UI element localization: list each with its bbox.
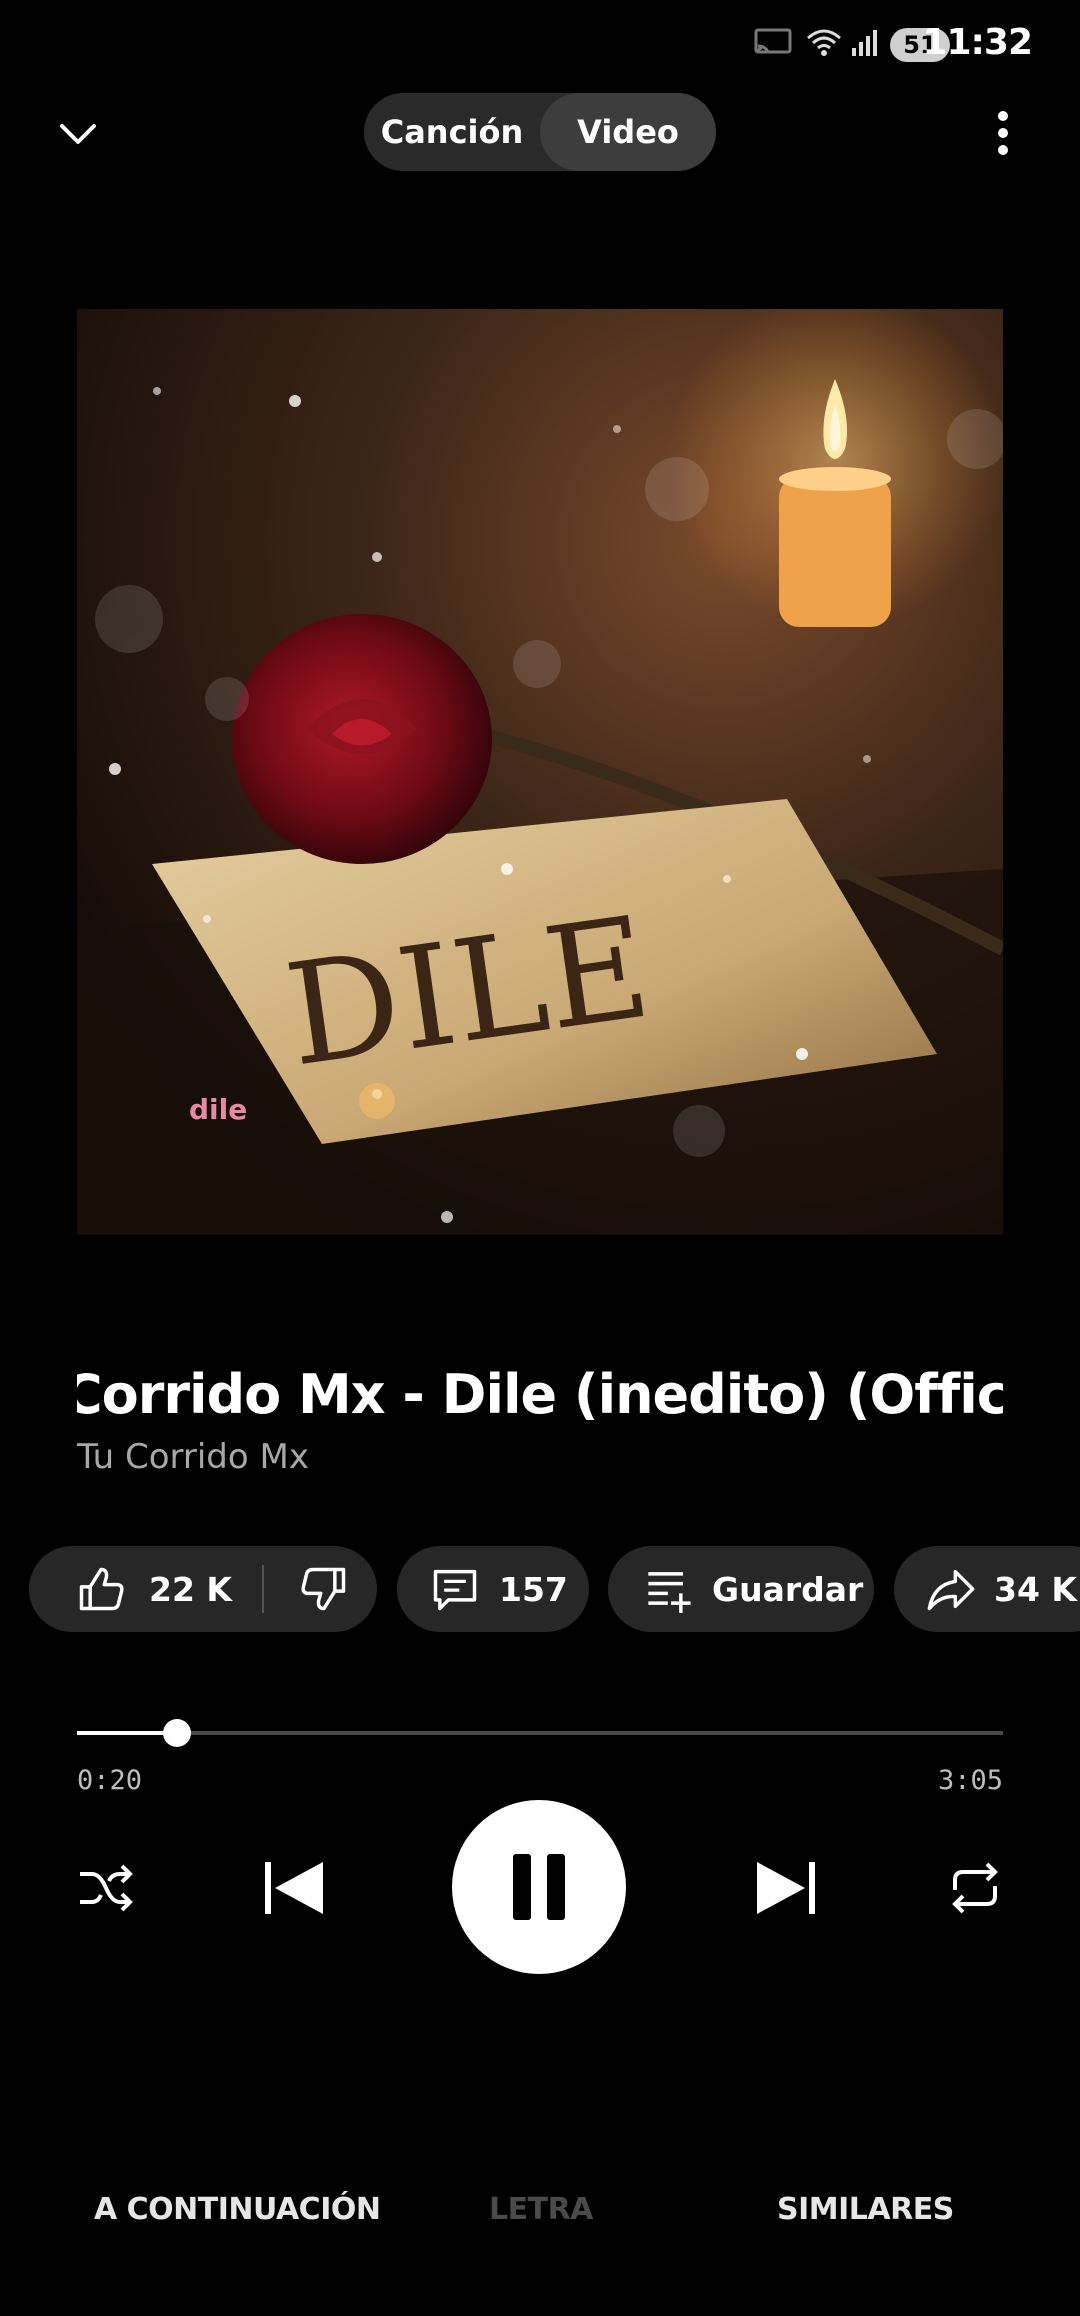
skip-previous-icon: [265, 1862, 323, 1914]
song-video-toggle: Canción Video: [364, 93, 716, 171]
tab-video[interactable]: Video: [540, 93, 716, 171]
elapsed-time: 0:20: [77, 1765, 143, 1796]
dislike-button[interactable]: [298, 1563, 350, 1615]
chip-divider: [261, 1565, 264, 1613]
pause-icon: [513, 1854, 565, 1920]
collapse-button[interactable]: [56, 112, 100, 160]
track-artist[interactable]: Tu Corrido Mx: [77, 1437, 309, 1477]
previous-button[interactable]: [258, 1856, 330, 1920]
like-count: 22 K: [149, 1569, 232, 1609]
like-button[interactable]: 22 K: [29, 1563, 232, 1615]
artwork-watermark: dile: [189, 1093, 247, 1126]
signal-icon: [850, 26, 880, 62]
share-count: 34 K: [994, 1569, 1077, 1609]
total-duration: 3:05: [937, 1765, 1003, 1796]
shuffle-icon: [80, 1864, 133, 1912]
like-dislike-chip: 22 K: [29, 1546, 377, 1632]
cast-icon: [754, 26, 792, 60]
chevron-down-icon: [60, 124, 96, 144]
tab-lyrics[interactable]: LETRA: [489, 2192, 593, 2227]
thumbs-up-icon: [79, 1567, 124, 1611]
album-artwork[interactable]: DILE dile: [77, 309, 1003, 1235]
progress-track[interactable]: [77, 1731, 1003, 1735]
comment-icon: [433, 1569, 477, 1611]
shuffle-button[interactable]: [70, 1860, 140, 1916]
more-options-button[interactable]: [990, 108, 1016, 162]
tab-up-next[interactable]: A CONTINUACIÓN: [94, 2192, 381, 2227]
save-button[interactable]: Guardar: [608, 1546, 874, 1632]
pause-button[interactable]: [452, 1800, 626, 1974]
clock: 11:32: [922, 22, 1033, 63]
tab-song[interactable]: Canción: [364, 93, 540, 171]
progress-thumb[interactable]: [163, 1719, 191, 1747]
comments-button[interactable]: 157: [397, 1546, 589, 1632]
playlist-add-icon: [648, 1572, 691, 1613]
status-bar: 51 11:32: [0, 0, 1080, 90]
share-button[interactable]: 34 K: [894, 1546, 1080, 1632]
repeat-button[interactable]: [944, 1858, 1006, 1918]
thumbs-down-icon: [301, 1567, 346, 1611]
share-icon: [927, 1569, 975, 1611]
track-title: Corrido Mx - Dile (inedito) (Official Re: [77, 1363, 1003, 1426]
tab-related[interactable]: SIMILARES: [777, 2192, 954, 2227]
more-vert-icon: [998, 111, 1008, 155]
skip-next-icon: [757, 1862, 815, 1914]
repeat-icon: [952, 1862, 998, 1914]
next-button[interactable]: [750, 1856, 822, 1920]
progress-played: [77, 1731, 177, 1735]
wifi-icon: [804, 26, 844, 62]
save-label: Guardar: [712, 1569, 864, 1609]
comment-count: 157: [499, 1569, 568, 1609]
